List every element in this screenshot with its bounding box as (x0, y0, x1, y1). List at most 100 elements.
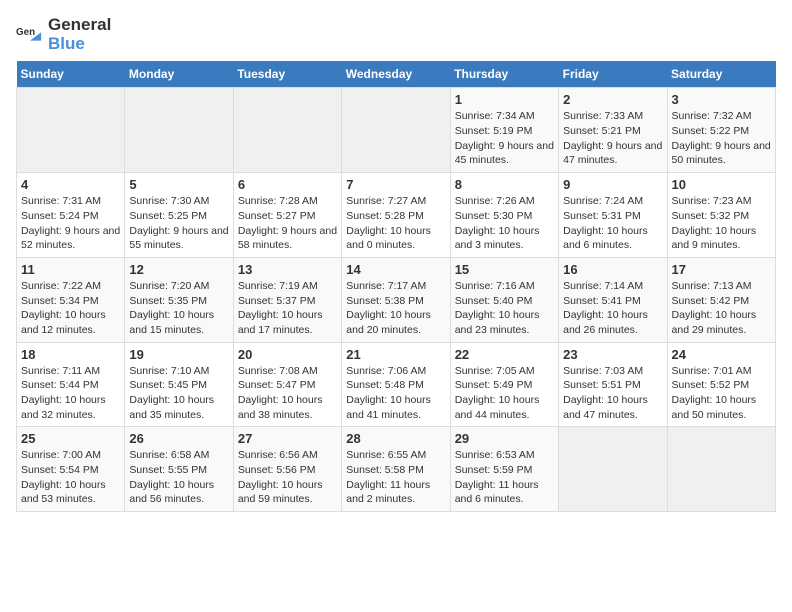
day-cell: 8Sunrise: 7:26 AMSunset: 5:30 PMDaylight… (450, 173, 558, 258)
day-cell: 23Sunrise: 7:03 AMSunset: 5:51 PMDayligh… (559, 342, 667, 427)
day-cell: 29 Sunrise: 6:53 AMSunset: 5:59 PMDayligh… (450, 427, 558, 512)
day-number: 28 (346, 431, 445, 446)
day-number: 13 (238, 262, 337, 277)
day-content: Sunrise: 7:01 AMSunset: 5:52 PMDaylight:… (672, 364, 771, 423)
logo-icon: Gen (16, 21, 44, 49)
day-number: 24 (672, 347, 771, 362)
day-number: 25 (21, 431, 120, 446)
day-number: 16 (563, 262, 662, 277)
header-cell-saturday: Saturday (667, 61, 775, 88)
day-cell: 6 Sunrise: 7:28 AMSunset: 5:27 PMDaylight… (233, 173, 341, 258)
day-content: Sunrise: 7:05 AMSunset: 5:49 PMDaylight:… (455, 364, 554, 423)
day-content: Sunrise: 7:31 AMSunset: 5:24 PMDaylight:… (21, 194, 120, 253)
day-number: 2 (563, 92, 662, 107)
day-number: 10 (672, 177, 771, 192)
logo-line1: General (48, 16, 111, 35)
logo-line2: Blue (48, 35, 111, 54)
day-content: Sunrise: 7:11 AMSunset: 5:44 PMDaylight:… (21, 364, 120, 423)
day-content: Sunrise: 6:58 AMSunset: 5:55 PMDaylight:… (129, 448, 228, 507)
day-cell: 12 Sunrise: 7:20 AMSunset: 5:35 PMDayligh… (125, 257, 233, 342)
day-number: 7 (346, 177, 445, 192)
day-cell: 25Sunrise: 7:00 AMSunset: 5:54 PMDayligh… (17, 427, 125, 512)
day-content: Sunrise: 7:23 AMSunset: 5:32 PMDaylight:… (672, 194, 771, 253)
header-cell-tuesday: Tuesday (233, 61, 341, 88)
day-content: Sunrise: 7:26 AMSunset: 5:30 PMDaylight:… (455, 194, 554, 253)
day-cell: 7 Sunrise: 7:27 AMSunset: 5:28 PMDaylight… (342, 173, 450, 258)
day-cell (342, 88, 450, 173)
day-number: 18 (21, 347, 120, 362)
day-number: 21 (346, 347, 445, 362)
day-cell: 4Sunrise: 7:31 AMSunset: 5:24 PMDaylight… (17, 173, 125, 258)
day-content: Sunrise: 7:30 AMSunset: 5:25 PMDaylight:… (129, 194, 228, 253)
day-content: Sunrise: 7:24 AMSunset: 5:31 PMDaylight:… (563, 194, 662, 253)
logo: Gen General Blue (16, 16, 111, 53)
day-content: Sunrise: 7:20 AMSunset: 5:35 PMDaylight:… (129, 279, 228, 338)
day-cell: 3 Sunrise: 7:32 AMSunset: 5:22 PMDaylight… (667, 88, 775, 173)
day-cell: 19 Sunrise: 7:10 AMSunset: 5:45 PMDayligh… (125, 342, 233, 427)
day-cell: 9Sunrise: 7:24 AMSunset: 5:31 PMDaylight… (559, 173, 667, 258)
day-cell: 5 Sunrise: 7:30 AMSunset: 5:25 PMDaylight… (125, 173, 233, 258)
day-cell: 13 Sunrise: 7:19 AMSunset: 5:37 PMDayligh… (233, 257, 341, 342)
day-content: Sunrise: 7:08 AMSunset: 5:47 PMDaylight:… (238, 364, 337, 423)
day-cell: 16 Sunrise: 7:14 AMSunset: 5:41 PMDayligh… (559, 257, 667, 342)
day-cell: 24 Sunrise: 7:01 AMSunset: 5:52 PMDayligh… (667, 342, 775, 427)
day-cell: 20 Sunrise: 7:08 AMSunset: 5:47 PMDayligh… (233, 342, 341, 427)
day-content: Sunrise: 7:34 AMSunset: 5:19 PMDaylight:… (455, 109, 554, 168)
day-content: Sunrise: 7:17 AMSunset: 5:38 PMDaylight:… (346, 279, 445, 338)
day-cell (17, 88, 125, 173)
day-content: Sunrise: 7:14 AMSunset: 5:41 PMDaylight:… (563, 279, 662, 338)
day-number: 15 (455, 262, 554, 277)
day-cell: 18 Sunrise: 7:11 AMSunset: 5:44 PMDayligh… (17, 342, 125, 427)
day-number: 17 (672, 262, 771, 277)
calendar-body: 1 Sunrise: 7:34 AMSunset: 5:19 PMDaylight… (17, 88, 776, 512)
week-row-5: 25Sunrise: 7:00 AMSunset: 5:54 PMDayligh… (17, 427, 776, 512)
day-content: Sunrise: 7:28 AMSunset: 5:27 PMDaylight:… (238, 194, 337, 253)
header-cell-thursday: Thursday (450, 61, 558, 88)
day-content: Sunrise: 7:32 AMSunset: 5:22 PMDaylight:… (672, 109, 771, 168)
day-number: 22 (455, 347, 554, 362)
header-cell-monday: Monday (125, 61, 233, 88)
day-content: Sunrise: 7:19 AMSunset: 5:37 PMDaylight:… (238, 279, 337, 338)
day-cell: 26 Sunrise: 6:58 AMSunset: 5:55 PMDayligh… (125, 427, 233, 512)
header-cell-sunday: Sunday (17, 61, 125, 88)
day-content: Sunrise: 7:03 AMSunset: 5:51 PMDaylight:… (563, 364, 662, 423)
day-content: Sunrise: 6:53 AMSunset: 5:59 PMDaylight:… (455, 448, 554, 507)
day-cell (233, 88, 341, 173)
week-row-4: 18 Sunrise: 7:11 AMSunset: 5:44 PMDayligh… (17, 342, 776, 427)
day-cell: 10 Sunrise: 7:23 AMSunset: 5:32 PMDayligh… (667, 173, 775, 258)
header-row: SundayMondayTuesdayWednesdayThursdayFrid… (17, 61, 776, 88)
day-number: 5 (129, 177, 228, 192)
day-cell: 14 Sunrise: 7:17 AMSunset: 5:38 PMDayligh… (342, 257, 450, 342)
day-number: 14 (346, 262, 445, 277)
day-cell: 1 Sunrise: 7:34 AMSunset: 5:19 PMDaylight… (450, 88, 558, 173)
day-cell: 27Sunrise: 6:56 AMSunset: 5:56 PMDayligh… (233, 427, 341, 512)
day-number: 29 (455, 431, 554, 446)
day-content: Sunrise: 6:55 AMSunset: 5:58 PMDaylight:… (346, 448, 445, 507)
week-row-3: 11Sunrise: 7:22 AMSunset: 5:34 PMDayligh… (17, 257, 776, 342)
calendar-table: SundayMondayTuesdayWednesdayThursdayFrid… (16, 61, 776, 512)
day-number: 20 (238, 347, 337, 362)
day-number: 26 (129, 431, 228, 446)
day-cell: 2 Sunrise: 7:33 AMSunset: 5:21 PMDaylight… (559, 88, 667, 173)
day-cell: 17 Sunrise: 7:13 AMSunset: 5:42 PMDayligh… (667, 257, 775, 342)
day-content: Sunrise: 7:06 AMSunset: 5:48 PMDaylight:… (346, 364, 445, 423)
day-cell: 21 Sunrise: 7:06 AMSunset: 5:48 PMDayligh… (342, 342, 450, 427)
day-content: Sunrise: 7:13 AMSunset: 5:42 PMDaylight:… (672, 279, 771, 338)
header-cell-wednesday: Wednesday (342, 61, 450, 88)
day-number: 1 (455, 92, 554, 107)
day-number: 12 (129, 262, 228, 277)
day-number: 3 (672, 92, 771, 107)
svg-text:Gen: Gen (16, 27, 35, 38)
header: Gen General Blue (16, 16, 776, 53)
day-number: 27 (238, 431, 337, 446)
calendar-header: SundayMondayTuesdayWednesdayThursdayFrid… (17, 61, 776, 88)
day-content: Sunrise: 7:33 AMSunset: 5:21 PMDaylight:… (563, 109, 662, 168)
day-cell: 11Sunrise: 7:22 AMSunset: 5:34 PMDayligh… (17, 257, 125, 342)
header-cell-friday: Friday (559, 61, 667, 88)
day-number: 6 (238, 177, 337, 192)
week-row-1: 1 Sunrise: 7:34 AMSunset: 5:19 PMDaylight… (17, 88, 776, 173)
day-number: 19 (129, 347, 228, 362)
day-content: Sunrise: 7:27 AMSunset: 5:28 PMDaylight:… (346, 194, 445, 253)
day-cell: 28 Sunrise: 6:55 AMSunset: 5:58 PMDayligh… (342, 427, 450, 512)
day-content: Sunrise: 7:10 AMSunset: 5:45 PMDaylight:… (129, 364, 228, 423)
